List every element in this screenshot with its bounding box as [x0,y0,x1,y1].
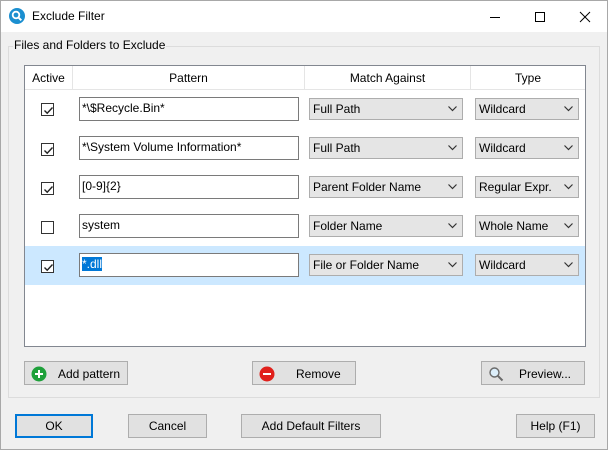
active-checkbox[interactable] [41,143,54,156]
plus-circle-icon [31,366,47,382]
chevron-down-icon [564,262,573,268]
column-header-active[interactable]: Active [25,66,73,90]
pattern-input[interactable]: *\$Recycle.Bin* [79,97,299,121]
grid-header: Active Pattern Match Against Type [25,66,585,90]
filter-grid[interactable]: Active Pattern Match Against Type *\$Rec… [24,65,586,347]
chevron-down-icon [564,184,573,190]
maximize-button[interactable] [517,1,562,32]
checkmark-icon [44,147,54,155]
match-against-select[interactable]: Full Path [309,98,463,120]
chevron-down-icon [564,223,573,229]
table-row-selected[interactable]: *.dll File or Folder Name Wildcard [25,246,585,285]
add-default-filters-label: Add Default Filters [261,419,361,433]
close-icon [579,11,590,22]
add-pattern-label: Add pattern [58,367,121,381]
match-against-select[interactable]: Full Path [309,137,463,159]
type-value: Wildcard [479,141,526,155]
exclude-filter-dialog: Exclude Filter Files and Folders to Excl… [0,0,608,450]
pattern-input[interactable]: system [79,214,299,238]
pattern-text: *\$Recycle.Bin* [82,101,165,115]
cancel-button[interactable]: Cancel [128,414,207,438]
help-button[interactable]: Help (F1) [516,414,595,438]
preview-label: Preview... [519,367,572,381]
chevron-down-icon [564,106,573,112]
active-checkbox[interactable] [41,182,54,195]
window-title: Exclude Filter [32,9,105,23]
checkmark-icon [44,107,54,115]
magnifier-icon [489,367,504,382]
ok-button[interactable]: OK [15,414,93,438]
pattern-text-selected: *.dll [82,257,103,271]
checkmark-icon [44,264,54,272]
table-row[interactable]: [0-9]{2} Parent Folder Name Regular Expr… [25,168,585,207]
type-select[interactable]: Wildcard [475,98,579,120]
minimize-button[interactable] [472,1,517,32]
match-against-select[interactable]: Parent Folder Name [309,176,463,198]
active-checkbox[interactable] [41,260,54,273]
match-against-value: Folder Name [313,219,383,233]
chevron-down-icon [448,106,457,112]
add-default-filters-button[interactable]: Add Default Filters [241,414,381,438]
help-label: Help (F1) [530,419,581,433]
type-select[interactable]: Wildcard [475,254,579,276]
remove-button[interactable]: Remove [252,361,356,385]
match-against-value: Full Path [313,102,361,116]
cancel-label: Cancel [148,419,187,433]
type-select[interactable]: Whole Name [475,215,579,237]
table-row[interactable]: *\$Recycle.Bin* Full Path Wildcard [25,90,585,129]
type-select[interactable]: Regular Expr. [475,176,579,198]
match-against-value: Parent Folder Name [313,180,422,194]
pattern-text: *\System Volume Information* [82,140,242,154]
chevron-down-icon [448,223,457,229]
type-select[interactable]: Wildcard [475,137,579,159]
column-header-pattern[interactable]: Pattern [73,66,305,90]
preview-button[interactable]: Preview... [481,361,585,385]
maximize-icon [534,11,545,22]
type-value: Regular Expr. [479,180,552,194]
title-bar[interactable]: Exclude Filter [1,1,607,32]
type-value: Wildcard [479,102,526,116]
close-window-button[interactable] [562,1,607,32]
ok-label: OK [45,419,63,433]
pattern-input[interactable]: [0-9]{2} [79,175,299,199]
app-search-icon [9,8,25,24]
type-value: Whole Name [479,219,549,233]
active-checkbox[interactable] [41,103,54,116]
groupbox-title: Files and Folders to Exclude [13,38,167,52]
checkmark-icon [44,186,54,194]
chevron-down-icon [564,145,573,151]
pattern-text: [0-9]{2} [82,179,121,193]
chevron-down-icon [448,145,457,151]
chevron-down-icon [448,184,457,190]
table-row[interactable]: *\System Volume Information* Full Path W… [25,129,585,168]
add-pattern-button[interactable]: Add pattern [24,361,128,385]
active-checkbox[interactable] [41,221,54,234]
remove-label: Remove [296,367,341,381]
match-against-select[interactable]: File or Folder Name [309,254,463,276]
match-against-value: Full Path [313,141,361,155]
minus-circle-icon [259,366,275,382]
match-against-value: File or Folder Name [313,258,420,272]
column-header-match-against[interactable]: Match Against [305,66,471,90]
table-row[interactable]: system Folder Name Whole Name [25,207,585,246]
column-header-type[interactable]: Type [471,66,585,90]
pattern-input[interactable]: *\System Volume Information* [79,136,299,160]
type-value: Wildcard [479,258,526,272]
chevron-down-icon [448,262,457,268]
match-against-select[interactable]: Folder Name [309,215,463,237]
minimize-icon [489,16,500,18]
pattern-text: system [82,218,121,232]
pattern-input[interactable]: *.dll [79,253,299,277]
